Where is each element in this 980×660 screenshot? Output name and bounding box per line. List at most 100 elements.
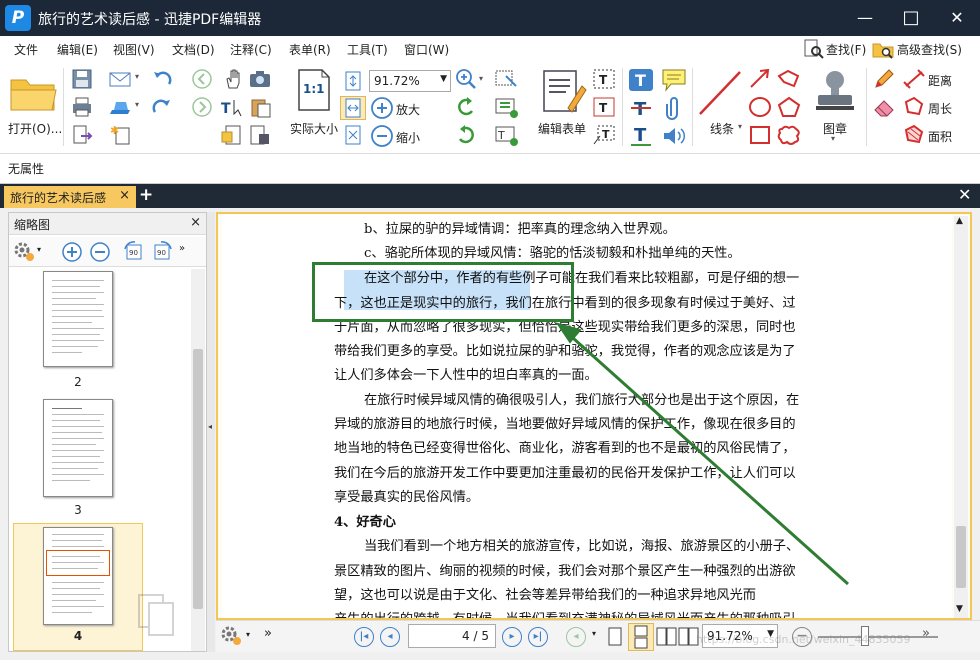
export-icon[interactable] (70, 124, 94, 146)
attach-file-icon[interactable] (220, 124, 246, 146)
arrow-tool-icon[interactable] (748, 68, 772, 90)
line-dropdown-icon[interactable]: ▾ (738, 122, 742, 131)
zoom-in-icon[interactable] (370, 96, 394, 120)
single-page-icon[interactable] (606, 626, 624, 648)
note-icon[interactable] (661, 68, 687, 92)
collapse-icon[interactable]: » (264, 626, 272, 641)
scroll-down-icon[interactable]: ▼ (956, 604, 963, 614)
rotate-left-icon[interactable] (455, 96, 477, 118)
next-page-button[interactable]: ▸ (502, 627, 522, 647)
menu-tools[interactable]: 工具(T) (347, 41, 388, 58)
thumb-zoom-in-icon[interactable] (61, 241, 83, 263)
gear-icon[interactable] (13, 241, 35, 263)
highlight-text-icon[interactable]: T (628, 68, 654, 92)
prev-page-button[interactable]: ◂ (380, 627, 400, 647)
zoom-out-icon[interactable] (370, 124, 394, 148)
find-icon[interactable] (802, 38, 824, 60)
email-dropdown-icon[interactable]: ▾ (135, 72, 139, 81)
ellipse-tool-icon[interactable] (748, 96, 772, 118)
menu-edit[interactable]: 编辑(E) (57, 41, 98, 58)
thumbnail-page-4[interactable] (43, 527, 113, 625)
gear-icon[interactable] (220, 625, 242, 647)
scan-icon[interactable] (108, 96, 134, 118)
minimize-button[interactable]: — (842, 0, 888, 36)
zoom-in-button[interactable]: 放大 (396, 101, 420, 118)
new-document-icon[interactable]: ✱ (108, 124, 134, 146)
perimeter-icon[interactable] (902, 96, 926, 118)
thumb-zoom-out-icon[interactable] (89, 241, 111, 263)
typewriter-icon[interactable]: T (592, 68, 616, 90)
back-icon[interactable] (190, 68, 214, 90)
paste-icon[interactable] (248, 96, 274, 118)
arrow-annotation[interactable] (218, 214, 972, 620)
rotate-page-left-icon[interactable]: 90 (123, 241, 145, 263)
redo-icon[interactable] (150, 96, 174, 118)
zoom-out-button[interactable]: 缩小 (396, 129, 420, 146)
fit-visible-icon[interactable] (342, 124, 364, 146)
distance-button[interactable]: 距离 (928, 72, 952, 89)
polygon-line-tool-icon[interactable] (776, 68, 802, 90)
advanced-find-icon[interactable] (871, 38, 895, 60)
actual-size-button[interactable]: 实际大小 (290, 120, 338, 137)
pencil-icon[interactable] (872, 68, 896, 90)
menu-file[interactable]: 文件 (14, 41, 38, 58)
close-button[interactable]: ✕ (934, 0, 980, 36)
sound-icon[interactable] (661, 124, 687, 148)
menu-form[interactable]: 表单(R) (289, 41, 331, 58)
eraser-icon[interactable] (872, 96, 896, 118)
paperclip-icon[interactable] (661, 96, 687, 120)
continuous-page-icon[interactable] (628, 623, 654, 651)
area-icon[interactable] (902, 124, 926, 146)
menu-window[interactable]: 窗口(W) (404, 41, 449, 58)
tab-close-icon[interactable]: × (119, 188, 130, 203)
thumbnail-page-2[interactable] (43, 271, 113, 367)
open-folder-icon[interactable] (8, 70, 58, 116)
stamp-icon[interactable] (812, 68, 858, 114)
collapse-panel-icon[interactable]: ◂ (208, 422, 212, 431)
advanced-find-button[interactable]: 高级查找(S) (897, 41, 962, 58)
strikeout-text-icon[interactable]: T (628, 96, 654, 120)
visible-area-indicator[interactable] (46, 550, 110, 576)
print-icon[interactable] (70, 96, 94, 118)
rectangle-tool-icon[interactable] (748, 124, 772, 146)
tab-document[interactable]: 旅行的艺术读后感 × (4, 186, 136, 208)
textbox-icon[interactable]: T (592, 96, 616, 118)
zoom-select[interactable]: 91.72% ▼ (369, 70, 451, 92)
edit-form-icon[interactable] (538, 68, 588, 114)
forward-icon[interactable] (190, 96, 214, 118)
form-text-icon[interactable] (494, 96, 520, 120)
facing-pages-icon[interactable] (656, 626, 678, 648)
fit-width-icon[interactable] (340, 96, 366, 120)
underline-text-icon[interactable]: T (628, 124, 654, 148)
fit-page-icon[interactable] (342, 70, 364, 92)
line-tool-button[interactable]: 线条 (710, 120, 734, 137)
find-button[interactable]: 查找(F) (826, 41, 866, 58)
line-tool-icon[interactable] (696, 68, 744, 118)
settings-dropdown-icon[interactable]: ▾ (246, 630, 250, 639)
save-icon[interactable] (70, 68, 94, 90)
panel-close-icon[interactable]: × (190, 215, 201, 230)
undo-icon[interactable] (150, 68, 174, 90)
page-setup-icon[interactable] (248, 124, 274, 146)
document-viewer[interactable]: b、拉屎的驴的异域情调：把率真的理念纳入世界观。 c、骆驼所体现的异域风情：骆驼… (216, 212, 972, 620)
close-all-tabs-icon[interactable]: ✕ (958, 185, 971, 204)
zoom-in-magnifier-icon[interactable] (455, 68, 477, 90)
page-number-input[interactable]: 4 / 5 (408, 624, 496, 648)
thumbnail-scrollbar[interactable] (191, 269, 205, 651)
distance-icon[interactable] (902, 68, 926, 90)
more-tools-icon[interactable]: » (179, 243, 185, 254)
cloud-tool-icon[interactable] (776, 124, 802, 146)
zoom-in-dropdown-icon[interactable]: ▾ (479, 74, 483, 83)
edit-form-button[interactable]: 编辑表单 (538, 120, 586, 137)
thumbnail-page-3[interactable] (43, 399, 113, 497)
expand-icon[interactable]: » (922, 626, 930, 641)
scroll-up-icon[interactable]: ▲ (956, 216, 963, 226)
last-page-button[interactable]: ▸| (528, 627, 548, 647)
menu-comment[interactable]: 注释(C) (230, 41, 272, 58)
rotate-right-icon[interactable] (455, 124, 477, 146)
callout-icon[interactable]: T (592, 124, 616, 146)
document-scrollbar[interactable]: ▲ ▼ (954, 216, 968, 618)
menu-view[interactable]: 视图(V) (113, 41, 155, 58)
form-field-icon[interactable] (494, 68, 518, 90)
first-page-button[interactable]: |◂ (354, 627, 374, 647)
